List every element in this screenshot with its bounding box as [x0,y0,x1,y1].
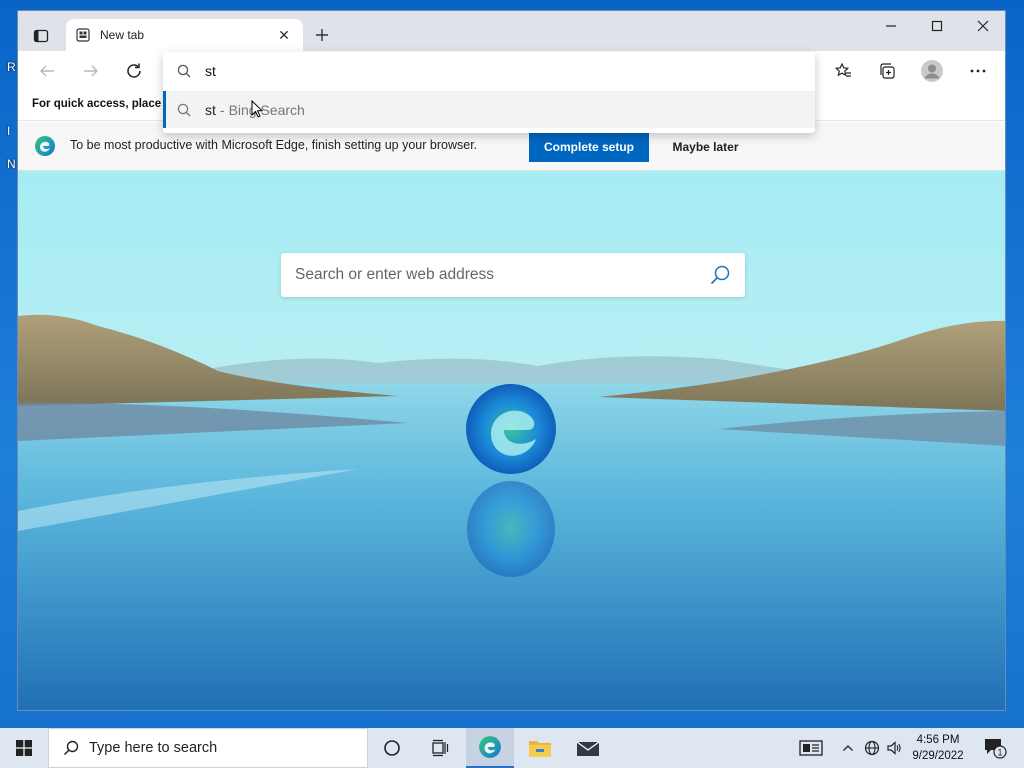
search-icon [63,740,79,756]
maybe-later-button[interactable]: Maybe later [658,132,753,162]
taskbar-search-box[interactable]: Type here to search [48,728,368,768]
complete-setup-button[interactable]: Complete setup [529,132,649,162]
ntp-search-input[interactable] [295,266,709,284]
cortana-button[interactable] [368,728,416,768]
volume-icon [887,741,901,755]
close-icon [977,20,989,32]
landscape-background-image [18,171,1005,710]
profile-icon [921,60,943,82]
new-tab-page-icon [76,28,90,42]
close-icon[interactable]: ✕ [275,27,293,44]
more-icon [970,69,986,73]
tab-actions-icon [33,29,49,43]
notification-center-button[interactable]: 1 [978,728,1012,768]
edge-logo-icon [35,136,55,156]
collections-icon [880,63,895,79]
new-tab-button[interactable] [308,21,336,49]
search-icon[interactable] [709,264,731,286]
news-button[interactable] [796,728,826,768]
edge-browser-window: New tab ✕ For quick access, place y To b… [17,10,1006,711]
maximize-icon [931,20,943,32]
ntp-search-box[interactable] [281,253,745,297]
banner-message: To be most productive with Microsoft Edg… [70,138,478,152]
collections-button[interactable] [872,56,902,86]
back-button[interactable] [32,56,62,86]
clock-time: 4:56 PM [916,734,960,746]
desktop-icon-label[interactable]: I [7,124,10,138]
plus-icon [316,29,328,41]
minimize-button[interactable] [868,11,914,41]
forward-button[interactable] [76,56,106,86]
tab-new-tab[interactable]: New tab ✕ [66,19,303,51]
address-input[interactable] [205,62,765,79]
back-icon [40,65,54,77]
taskbar: Type here to search 4:56 PM 9/29/2022 1 [0,728,1024,768]
favorites-bar-hint: For quick access, place y [32,98,171,110]
chevron-up-icon [843,745,853,751]
mail-icon [576,741,600,756]
address-bar-dropdown: st - Bing Search [163,52,815,133]
news-icon [799,740,823,756]
close-window-button[interactable] [960,11,1005,41]
start-button[interactable] [0,728,48,768]
minimize-icon [886,25,896,27]
refresh-icon [127,63,141,78]
windows-start-icon [16,740,32,756]
forward-icon [84,65,98,77]
suggestion-query: st [205,101,216,118]
system-clock[interactable]: 4:56 PM 9/29/2022 [904,732,972,764]
refresh-button[interactable] [119,56,149,86]
notification-icon: 1 [985,739,1007,759]
taskbar-search-text: Type here to search [89,740,218,756]
more-button[interactable] [963,56,993,86]
file-explorer-button[interactable] [516,728,564,768]
search-icon [177,103,191,116]
tab-actions-button[interactable] [26,21,56,51]
new-tab-page [18,171,1005,710]
mouse-cursor-icon [251,100,263,118]
search-icon [177,64,191,77]
favorites-button[interactable] [828,56,858,86]
suggestion-separator: - [219,101,225,118]
volume-button[interactable] [882,728,906,768]
edge-logo-large [466,384,556,474]
edge-logo-icon [479,736,501,758]
show-hidden-icons-button[interactable] [836,728,860,768]
maximize-button[interactable] [914,11,960,41]
tab-title: New tab [100,28,145,42]
cortana-icon [384,740,400,756]
network-icon [864,740,880,756]
favorites-icon [834,62,851,77]
desktop-icon-label[interactable]: N [7,157,16,171]
task-view-icon [432,739,449,757]
title-bar: New tab ✕ [18,11,1005,51]
desktop-icon-label[interactable]: R [7,60,16,74]
task-view-button[interactable] [416,728,464,768]
network-button[interactable] [860,728,884,768]
clock-date: 9/29/2022 [912,750,964,762]
notification-count: 1 [997,748,1002,758]
address-bar[interactable] [163,52,815,89]
mail-button[interactable] [564,728,612,768]
file-explorer-icon [529,741,551,757]
profile-button[interactable] [917,56,947,86]
suggestion-engine: Bing Search [228,101,305,118]
taskbar-edge-button[interactable] [466,728,514,768]
